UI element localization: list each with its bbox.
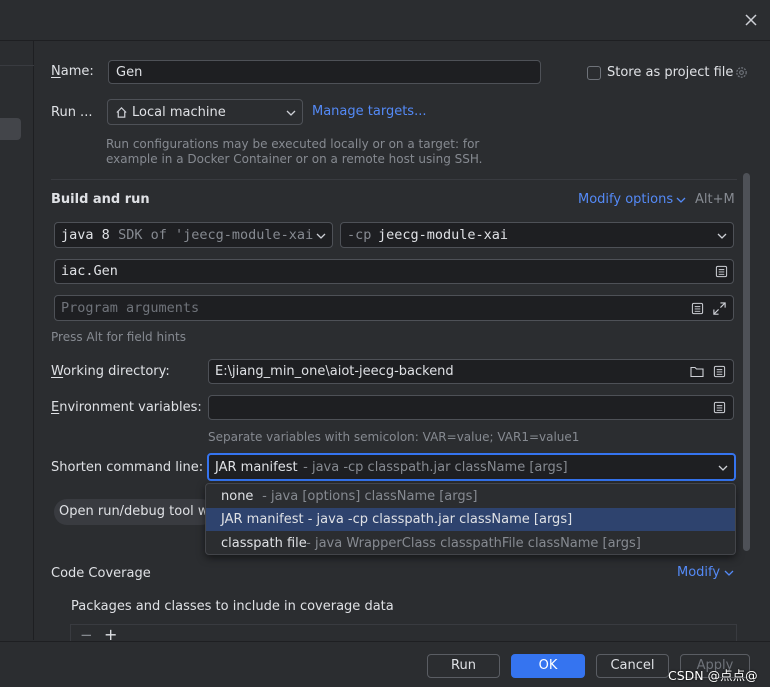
run-target-value: Local machine: [132, 105, 226, 120]
cp-module: jeecg-module-xai: [378, 227, 509, 243]
field-hint: Press Alt for field hints: [51, 330, 186, 344]
sidebar-selected-item[interactable]: [0, 118, 21, 140]
footer: Run OK Cancel Apply CSDN @点点@: [0, 641, 770, 687]
cp-prefix: -cp: [347, 227, 372, 243]
run-button[interactable]: Run: [427, 654, 500, 678]
jdk-dropdown[interactable]: java 8 SDK of 'jeecg-module-xai: [54, 222, 333, 248]
manage-targets-link[interactable]: Manage targets...: [312, 104, 426, 119]
shorten-selected-detail: - java -cp classpath.jar className [args…: [299, 460, 568, 475]
program-arguments-field[interactable]: Program arguments: [54, 295, 734, 321]
expand-icon[interactable]: [712, 301, 727, 316]
chevron-down-icon: [718, 464, 728, 472]
run-target-dropdown[interactable]: Local machine: [107, 99, 303, 125]
shorten-label: Shorten command line:: [51, 460, 204, 475]
modify-options-link[interactable]: Modify options: [578, 192, 673, 207]
main-class-field[interactable]: iac.Gen: [54, 259, 734, 284]
classpath-module-dropdown[interactable]: -cp jeecg-module-xai: [340, 222, 734, 248]
chevron-down-icon: [316, 232, 326, 240]
scrollbar-thumb[interactable]: [743, 173, 750, 551]
option-name: JAR manifest - java -cp classpath.jar cl…: [221, 512, 573, 527]
top-divider: [0, 40, 770, 41]
ok-button[interactable]: OK: [511, 654, 585, 678]
gear-icon[interactable]: [734, 65, 749, 80]
working-dir-field[interactable]: E:\jiang_min_one\aiot-jeecg-backend: [208, 359, 734, 384]
shorten-option-jar-manifest[interactable]: JAR manifest - java -cp classpath.jar cl…: [206, 508, 735, 531]
run-hint-line2: example in a Docker Container or on a re…: [106, 152, 483, 166]
code-coverage-title: Code Coverage: [51, 566, 151, 581]
option-detail: - java WrapperClass classpathFile classN…: [302, 536, 641, 551]
folder-icon[interactable]: [690, 365, 704, 378]
store-project-label: Store as project file: [607, 65, 734, 80]
browse-list-icon[interactable]: [713, 401, 726, 414]
coverage-modify-link[interactable]: Modify: [677, 565, 720, 580]
sidebar-divider: [0, 65, 34, 66]
run-on-label: Run ...: [51, 105, 93, 120]
env-vars-label: Environment variables:: [51, 400, 202, 415]
close-icon[interactable]: [744, 13, 758, 27]
main-class-value: iac.Gen: [61, 263, 118, 279]
shorten-options-popup: none - java [options] className [args] J…: [205, 483, 736, 555]
jdk-name: java 8: [61, 227, 110, 243]
chevron-down-icon: [676, 196, 686, 204]
chevron-down-icon: [717, 232, 727, 240]
left-sidebar: [0, 40, 34, 640]
cancel-button[interactable]: Cancel: [596, 654, 669, 678]
watermark-text: CSDN @点点@: [668, 668, 758, 683]
build-run-title: Build and run: [51, 192, 150, 207]
coverage-packages-label: Packages and classes to include in cover…: [71, 599, 394, 614]
chevron-down-icon: [724, 569, 734, 577]
name-label: Name:: [51, 64, 94, 79]
shorten-option-classpath-file[interactable]: classpath file - java WrapperClass class…: [206, 532, 735, 555]
open-tool-window-chip[interactable]: Open run/debug tool w: [54, 499, 214, 525]
option-name: none: [221, 489, 254, 504]
section-divider: [51, 179, 737, 180]
shorten-dropdown[interactable]: JAR manifest - java -cp classpath.jar cl…: [207, 453, 736, 481]
env-vars-field[interactable]: [208, 395, 734, 420]
name-field[interactable]: Gen: [108, 60, 541, 84]
jdk-detail: SDK of 'jeecg-module-xai: [110, 227, 314, 243]
name-value: Gen: [116, 65, 143, 80]
browse-list-icon[interactable]: [715, 265, 728, 278]
working-dir-value: E:\jiang_min_one\aiot-jeecg-backend: [215, 364, 454, 379]
chevron-down-icon: [286, 109, 296, 117]
option-name: classpath file: [221, 536, 307, 551]
store-project-checkbox[interactable]: [587, 66, 601, 80]
run-hint-line1: Run configurations may be executed local…: [106, 137, 480, 151]
browse-list-icon[interactable]: [691, 302, 704, 315]
open-tool-window-label: Open run/debug tool w: [59, 504, 209, 519]
browse-list-icon[interactable]: [713, 365, 726, 378]
modify-options-shortcut: Alt+M: [695, 192, 735, 207]
option-detail: - java [options] className [args]: [258, 489, 478, 504]
home-icon: [115, 106, 128, 119]
shorten-selected-name: JAR manifest: [215, 460, 298, 475]
working-dir-label: Working directory:: [51, 364, 170, 379]
shorten-option-none[interactable]: none - java [options] className [args]: [206, 484, 735, 507]
program-arguments-placeholder: Program arguments: [61, 300, 200, 316]
env-vars-hint: Separate variables with semicolon: VAR=v…: [208, 430, 580, 444]
